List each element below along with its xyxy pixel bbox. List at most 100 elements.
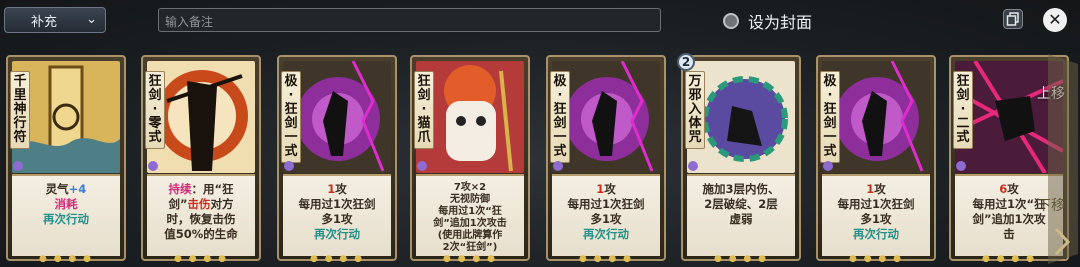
card-name-char: 二 bbox=[956, 116, 970, 131]
card-name-char: 极 bbox=[823, 74, 837, 89]
desc-text: 对方 bbox=[210, 197, 234, 211]
gem-icon bbox=[688, 161, 698, 171]
desc-text: 击伤 bbox=[187, 197, 211, 211]
card-name-char: 剑 bbox=[956, 88, 970, 103]
desc-text: 每用过1次“狂 bbox=[438, 206, 502, 217]
card-name-char: 咒 bbox=[688, 130, 702, 145]
card-name-char: 一 bbox=[823, 130, 837, 145]
desc-text: 剑”追加1次攻击 bbox=[433, 218, 507, 229]
desc-text: 每用过1次狂剑 bbox=[567, 197, 645, 211]
card-name-char: 一 bbox=[553, 130, 567, 145]
close-button[interactable]: ✕ bbox=[1043, 8, 1067, 32]
copy-button[interactable] bbox=[1003, 9, 1023, 29]
card-name: 狂剑 · 二式 bbox=[953, 71, 973, 149]
desc-text: 时，恢复击伤 bbox=[166, 212, 236, 226]
desc-text: 多1攻 bbox=[321, 212, 353, 226]
card[interactable]: 极 · 狂剑一式 1攻 每用过1次狂剑 多1攻 再次行动 ● ● ● ● bbox=[546, 55, 666, 264]
desc-text: 剑”追加1次攻 bbox=[972, 212, 1046, 226]
card-level-dots: ● ● ● ● bbox=[174, 254, 228, 264]
close-icon: ✕ bbox=[1048, 10, 1062, 29]
card-level-dots: ● ● ● ● bbox=[579, 254, 633, 264]
desc-text: 消耗 bbox=[54, 197, 78, 211]
gem-icon bbox=[553, 161, 563, 171]
category-label: 补充 bbox=[31, 14, 58, 30]
card-description: 1攻 每用过1次狂剑 多1攻 再次行动 bbox=[822, 174, 930, 256]
card-name-char: 式 bbox=[284, 144, 298, 159]
card-name-char: 式 bbox=[956, 130, 970, 145]
card[interactable]: 千里神行符灵气+4 消耗 再次行动 ● ● ● ● bbox=[6, 55, 126, 264]
card[interactable]: 狂剑 · 零式持续：用“狂 剑”击伤对方 时，恢复击伤 值50%的生命 ● ● ● ● bbox=[141, 55, 261, 264]
card-name-char: 狂 bbox=[956, 74, 970, 89]
card[interactable]: 万邪入体咒 2 施加3层内伤、 2层破绽、2层 虚弱 ● ● ● ● bbox=[677, 53, 801, 264]
card-name-char: 狂 bbox=[553, 102, 567, 117]
radio-icon[interactable] bbox=[723, 13, 739, 29]
card-level-dots: ● ● ● ● bbox=[39, 254, 93, 264]
card-name: 万邪入体咒 bbox=[685, 71, 705, 149]
desc-text: 虚弱 bbox=[729, 212, 753, 226]
card-level-dots: ● ● ● ● bbox=[849, 254, 903, 264]
card[interactable]: 极 · 狂剑一式 1攻 每用过1次狂剑 多1攻 再次行动 ● ● ● ● bbox=[816, 55, 936, 264]
desc-text: 多1攻 bbox=[860, 212, 892, 226]
card-name-char: · bbox=[288, 88, 294, 103]
card-name-char: · bbox=[557, 88, 563, 103]
note-input[interactable]: 输入备注 bbox=[158, 8, 661, 32]
desc-text: 击 bbox=[1003, 227, 1015, 241]
desc-text: 每用过1次狂剑 bbox=[298, 197, 376, 211]
card-name: 狂剑 · 猫爪 bbox=[414, 71, 434, 149]
card-name-char: 极 bbox=[553, 74, 567, 89]
desc-text: 攻 bbox=[1007, 182, 1019, 196]
card-name-char: · bbox=[827, 88, 833, 103]
scroll-right-icon[interactable] bbox=[1038, 54, 1078, 264]
desc-text: 再次行动 bbox=[314, 227, 360, 241]
desc-text: 剑” bbox=[168, 197, 188, 211]
card-name-char: 万 bbox=[688, 74, 702, 89]
desc-text: ：用“狂 bbox=[191, 182, 234, 196]
card-name-char: 入 bbox=[688, 102, 702, 117]
set-cover-option[interactable]: 设为封面 bbox=[723, 9, 812, 33]
card-name: 极 · 狂剑一式 bbox=[820, 71, 840, 163]
card-level-dots: ● ● ● ● bbox=[310, 254, 364, 264]
card-description: 7攻×2 无视防御 每用过1次“狂 剑”追加1次攻击 (使用此牌算作 2次“狂剑”) bbox=[416, 174, 524, 256]
desc-text: 再次行动 bbox=[583, 227, 629, 241]
desc-text: 再次行动 bbox=[43, 212, 89, 226]
gem-icon bbox=[417, 161, 427, 171]
card-name-char: 行 bbox=[13, 116, 27, 131]
card-name-char: · bbox=[152, 102, 158, 117]
desc-text: 施加3层内伤、 bbox=[702, 182, 780, 196]
desc-text: 攻 bbox=[874, 182, 886, 196]
card-name-char: 一 bbox=[284, 130, 298, 145]
card-description: 1攻 每用过1次狂剑 多1攻 再次行动 bbox=[552, 174, 660, 256]
card-name-char: 狂 bbox=[417, 74, 431, 89]
desc-text: 7攻×2 bbox=[453, 182, 487, 193]
desc-text: (使用此牌算作 bbox=[437, 230, 503, 241]
card-name-char: · bbox=[421, 102, 427, 117]
card[interactable]: 极 · 狂剑一式 1攻 每用过1次狂剑 多1攻 再次行动 ● ● ● ● bbox=[277, 55, 397, 264]
card-name-char: 体 bbox=[688, 116, 702, 131]
set-cover-label: 设为封面 bbox=[748, 13, 813, 32]
count-badge: 2 bbox=[677, 53, 695, 71]
desc-text: 每用过1次狂剑 bbox=[837, 197, 915, 211]
copy-icon bbox=[1006, 12, 1019, 26]
card-name-char: 爪 bbox=[417, 130, 431, 145]
card-name: 极 · 狂剑一式 bbox=[550, 71, 570, 163]
card-name-char: 符 bbox=[13, 130, 27, 145]
card-name-char: 式 bbox=[148, 130, 162, 145]
desc-text: 灵气 bbox=[45, 182, 69, 196]
card-description: 1攻 每用过1次狂剑 多1攻 再次行动 bbox=[283, 174, 391, 256]
card-name-char: 式 bbox=[823, 144, 837, 159]
card[interactable]: 狂剑 · 猫爪 7攻×2 无视防御 每用过1次“狂 剑”追加1次攻击 (使用此牌算作 2次“狂剑… bbox=[410, 55, 530, 264]
card-name-char: 神 bbox=[13, 102, 27, 117]
card-name-char: 狂 bbox=[284, 102, 298, 117]
card-name-char: 剑 bbox=[417, 88, 431, 103]
desc-text: 2次“狂剑”) bbox=[442, 242, 498, 253]
card-level-dots: ● ● ● ● bbox=[443, 254, 497, 264]
gem-icon bbox=[823, 161, 833, 171]
card-name-char: 邪 bbox=[688, 88, 702, 103]
gem-icon bbox=[284, 161, 294, 171]
category-dropdown[interactable]: 补充 ⌄ bbox=[4, 7, 106, 33]
desc-text: 再次行动 bbox=[853, 227, 899, 241]
card-name: 狂剑 · 零式 bbox=[145, 71, 165, 149]
desc-text: 无视防御 bbox=[450, 194, 490, 205]
card-description: 施加3层内伤、 2层破绽、2层 虚弱 bbox=[687, 174, 795, 256]
chevron-down-icon: ⌄ bbox=[86, 12, 97, 27]
